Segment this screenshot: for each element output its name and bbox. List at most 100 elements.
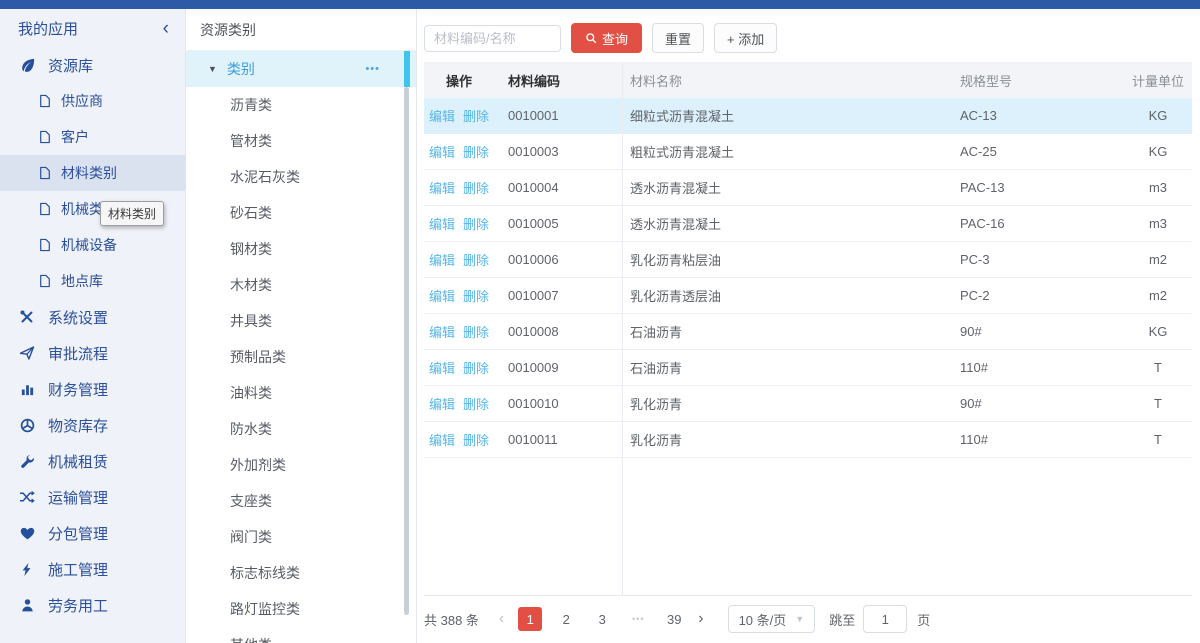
doc-icon xyxy=(38,274,52,288)
delete-link[interactable]: 删除 xyxy=(463,178,489,197)
search-input[interactable] xyxy=(424,25,561,52)
tree-node[interactable]: 预制品类 xyxy=(186,339,416,375)
caret-down-icon[interactable]: ▼ xyxy=(208,64,217,74)
table-row: 编辑删除0010010乳化沥青90#T xyxy=(424,386,1192,422)
sidebar-item-资源库[interactable]: 资源库 xyxy=(0,47,185,83)
sidebar-item-地点库[interactable]: 地点库 xyxy=(0,263,185,299)
jump-page-input[interactable] xyxy=(863,605,907,633)
reset-button[interactable]: 重置 xyxy=(652,23,704,53)
table-row: 编辑删除0010006乳化沥青粘层油PC-3m2 xyxy=(424,242,1192,278)
delete-link[interactable]: 删除 xyxy=(463,358,489,377)
tree-node[interactable]: 砂石类 xyxy=(186,195,416,231)
edit-link[interactable]: 编辑 xyxy=(429,142,455,161)
delete-link[interactable]: 删除 xyxy=(463,322,489,341)
cell-spec-model: PC-3 xyxy=(959,252,1124,267)
page-button-2[interactable]: 2 xyxy=(554,607,578,631)
pagination-pages: 123 ••• 39 xyxy=(518,607,698,631)
cell-unit: m3 xyxy=(1124,216,1192,231)
delete-link[interactable]: 删除 xyxy=(463,286,489,305)
delete-link[interactable]: 删除 xyxy=(463,430,489,449)
tree-node[interactable]: 管材类 xyxy=(186,123,416,159)
prev-page-icon[interactable]: ‹ xyxy=(499,611,504,627)
cell-material-code: 0010005 xyxy=(494,216,622,231)
edit-link[interactable]: 编辑 xyxy=(429,106,455,125)
tree-node[interactable]: 防水类 xyxy=(186,411,416,447)
tree-node[interactable]: 支座类 xyxy=(186,483,416,519)
delete-link[interactable]: 删除 xyxy=(463,214,489,233)
cell-material-code: 0010001 xyxy=(494,108,622,123)
tree-node[interactable]: 油料类 xyxy=(186,375,416,411)
sidebar-item-机械租赁[interactable]: 机械租赁 xyxy=(0,443,185,479)
cell-material-code: 0010003 xyxy=(494,144,622,159)
table-row: 编辑删除0010011乳化沥青110#T xyxy=(424,422,1192,458)
tree-node[interactable]: 钢材类 xyxy=(186,231,416,267)
page-button-3[interactable]: 3 xyxy=(590,607,614,631)
edit-link[interactable]: 编辑 xyxy=(429,178,455,197)
tools-icon xyxy=(18,309,36,325)
page-size-select[interactable]: 10 条/页 ▼ xyxy=(728,605,816,633)
query-button[interactable]: 查询 xyxy=(571,23,642,53)
sidebar-item-审批流程[interactable]: 审批流程 xyxy=(0,335,185,371)
edit-link[interactable]: 编辑 xyxy=(429,250,455,269)
table-row: 编辑删除0010001细粒式沥青混凝土AC-13KG xyxy=(424,98,1192,134)
cell-unit: T xyxy=(1124,360,1192,375)
page-button-39[interactable]: 39 xyxy=(662,607,686,631)
cell-material-code: 0010004 xyxy=(494,180,622,195)
tree-node[interactable]: 外加剂类 xyxy=(186,447,416,483)
sidebar-item-施工管理[interactable]: 施工管理 xyxy=(0,551,185,587)
sidebar-item-客户[interactable]: 客户 xyxy=(0,119,185,155)
sidebar-item-label: 物资库存 xyxy=(48,415,108,436)
column-header-operation: 操作 xyxy=(424,71,494,90)
tree-node[interactable]: 水泥石灰类 xyxy=(186,159,416,195)
sidebar-item-供应商[interactable]: 供应商 xyxy=(0,83,185,119)
sidebar-item-分包管理[interactable]: 分包管理 xyxy=(0,515,185,551)
cell-material-code: 0010007 xyxy=(494,288,622,303)
tree-node[interactable]: 阀门类 xyxy=(186,519,416,555)
delete-link[interactable]: 删除 xyxy=(463,250,489,269)
row-actions: 编辑删除 xyxy=(424,322,494,341)
edit-link[interactable]: 编辑 xyxy=(429,214,455,233)
cell-material-name: 粗粒式沥青混凝土 xyxy=(622,142,959,161)
edit-link[interactable]: 编辑 xyxy=(429,286,455,305)
edit-link[interactable]: 编辑 xyxy=(429,430,455,449)
edit-link[interactable]: 编辑 xyxy=(429,394,455,413)
collapse-chevron-icon[interactable]: ‹ xyxy=(163,19,169,38)
sidebar-item-label: 审批流程 xyxy=(48,343,108,364)
pie-icon xyxy=(18,418,36,433)
delete-link[interactable]: 删除 xyxy=(463,106,489,125)
delete-link[interactable]: 删除 xyxy=(463,142,489,161)
table-body: 编辑删除0010001细粒式沥青混凝土AC-13KG编辑删除0010003粗粒式… xyxy=(424,98,1192,458)
scrollbar-thumb[interactable] xyxy=(404,87,409,615)
cell-material-name: 乳化沥青粘层油 xyxy=(622,250,959,269)
add-button[interactable]: + 添加 xyxy=(714,23,777,53)
tree-node[interactable]: 沥青类 xyxy=(186,87,416,123)
more-actions-icon[interactable]: ••• xyxy=(365,63,380,75)
sidebar-item-label: 系统设置 xyxy=(48,307,108,328)
page-button-1[interactable]: 1 xyxy=(518,607,542,631)
tree-node[interactable]: 井具类 xyxy=(186,303,416,339)
search-icon xyxy=(585,32,597,44)
tree-node[interactable]: 路灯监控类 xyxy=(186,591,416,627)
sidebar-item-劳务用工[interactable]: 劳务用工 xyxy=(0,587,185,623)
cell-spec-model: PAC-13 xyxy=(959,180,1124,195)
ellipsis-pages-icon: ••• xyxy=(626,607,650,631)
sidebar-item-财务管理[interactable]: 财务管理 xyxy=(0,371,185,407)
sidebar-item-材料类别[interactable]: 材料类别 xyxy=(0,155,185,191)
sidebar-item-系统设置[interactable]: 系统设置 xyxy=(0,299,185,335)
table-header-row: 操作 材料编码 材料名称 规格型号 计量单位 xyxy=(424,62,1192,98)
sidebar-item-label: 地点库 xyxy=(61,271,103,291)
sidebar-item-机械设备[interactable]: 机械设备 xyxy=(0,227,185,263)
sidebar-item-物资库存[interactable]: 物资库存 xyxy=(0,407,185,443)
table-row: 编辑删除0010004透水沥青混凝土PAC-13m3 xyxy=(424,170,1192,206)
tree-node[interactable]: 木材类 xyxy=(186,267,416,303)
tree-node[interactable]: 标志标线类 xyxy=(186,555,416,591)
cell-material-code: 0010008 xyxy=(494,324,622,339)
edit-link[interactable]: 编辑 xyxy=(429,322,455,341)
tree-root-node[interactable]: ▼ 类别 ••• xyxy=(186,51,416,87)
edit-link[interactable]: 编辑 xyxy=(429,358,455,377)
tree-node[interactable]: 其他类 xyxy=(186,627,416,643)
delete-link[interactable]: 删除 xyxy=(463,394,489,413)
sidebar-item-运输管理[interactable]: 运输管理 xyxy=(0,479,185,515)
sidebar-item-label: 资源库 xyxy=(48,55,93,76)
next-page-icon[interactable]: › xyxy=(698,611,703,627)
